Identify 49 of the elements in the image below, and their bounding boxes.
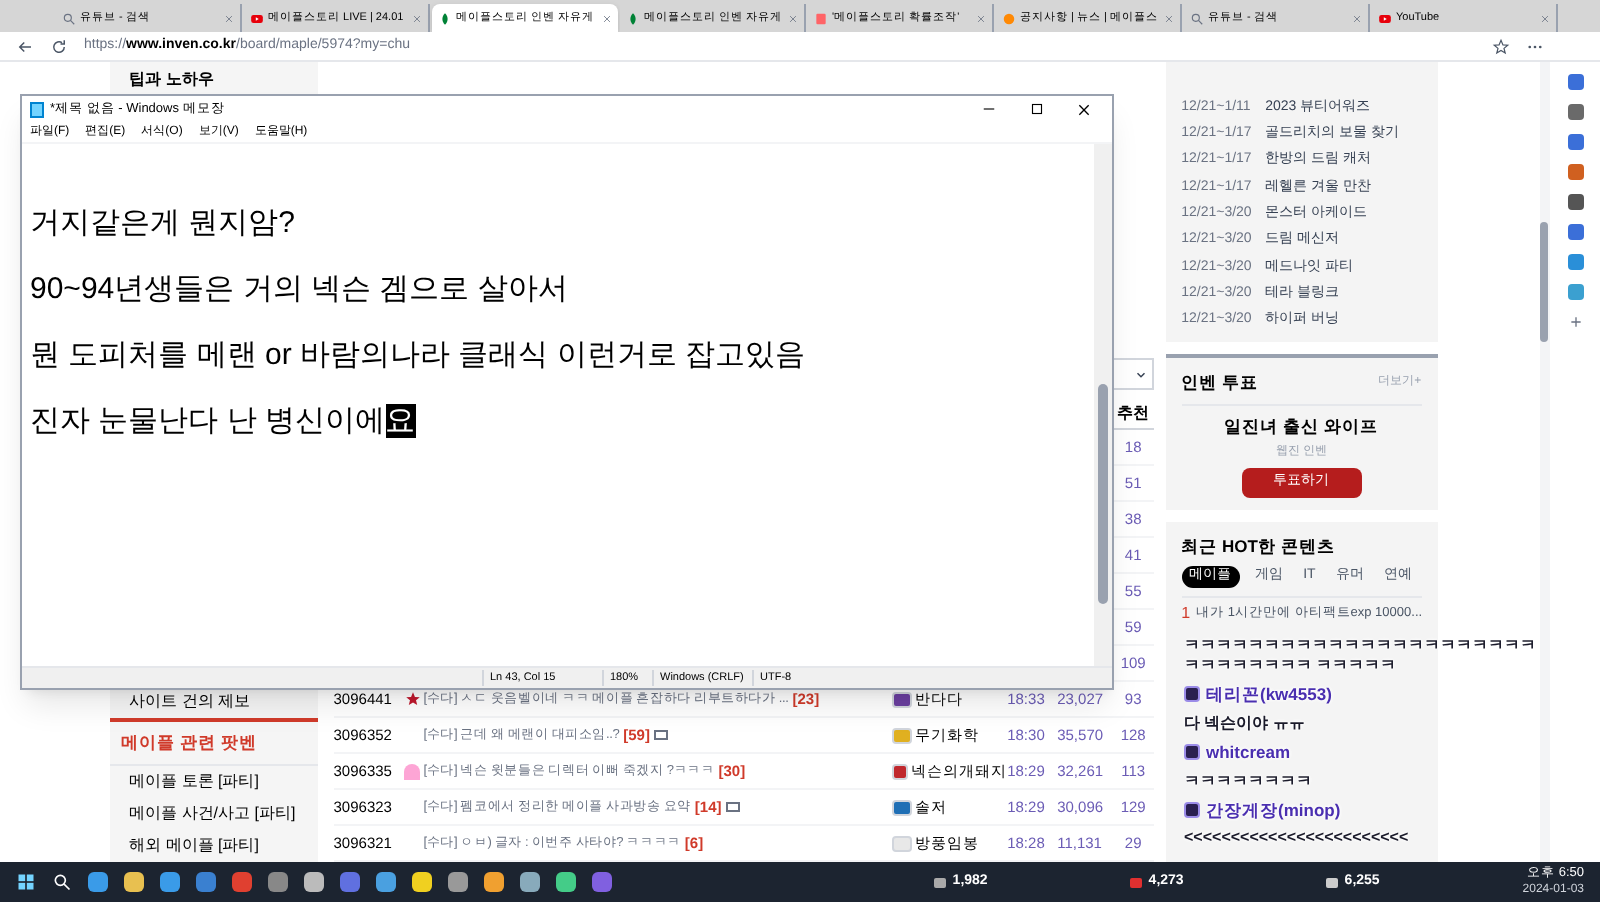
chat-username: 테리꼰(kw4553) <box>1206 682 1332 708</box>
chat-message: ㅋㅋㅋㅋㅋㅋㅋㅋㅋㅋㅋㅋㅋㅋㅋㅋㅋㅋㅋㅋㅋㅋㅋㅋㅋㅋㅋㅋㅋㅋ ㅋㅋㅋㅋㅋ <box>1184 636 1538 676</box>
text-line: 뭔 도피처를 메랜 or 바람의나라 클래식 이런거로 잡고있음 <box>30 336 808 376</box>
sidebar-item[interactable]: 메이플 사건/사고 [파티] <box>109 798 318 830</box>
circle-icon <box>1002 11 1016 25</box>
notepad-icon <box>30 101 44 117</box>
maximize-icon[interactable] <box>1028 100 1046 118</box>
search-icon <box>1190 11 1204 25</box>
leaf-icon <box>626 11 640 25</box>
poll-question: 일진녀 출신 와이프 <box>1224 413 1378 439</box>
scrollbar[interactable] <box>1540 62 1549 862</box>
chat-icon <box>1184 686 1200 703</box>
star-icon[interactable] <box>1492 37 1510 55</box>
sidebar-item[interactable]: 해외 메이플 [파티] <box>109 830 318 862</box>
back-icon[interactable] <box>16 37 34 55</box>
sidebar-section-title: 메이플 관련 팟벤 <box>109 718 318 766</box>
person-icon <box>1326 877 1339 887</box>
search-icon[interactable] <box>52 872 72 892</box>
scrollbar[interactable] <box>1094 144 1112 666</box>
column-header: 추천 <box>1115 401 1152 425</box>
add-icon[interactable] <box>1567 314 1584 330</box>
video-icon <box>1130 877 1143 887</box>
close-icon[interactable] <box>1076 101 1092 117</box>
chat-username: 간장게장(minop) <box>1206 797 1341 823</box>
chevron-icon <box>1133 367 1148 381</box>
sidebar-item[interactable]: 메이플 토론 [파티] <box>109 766 318 798</box>
sidebar-item[interactable]: 사이트 건의 제보 <box>109 686 318 719</box>
windows-logo-icon[interactable] <box>16 872 36 892</box>
text-line: 90~94년생들은 거의 넥슨 겜으로 살아서 <box>30 270 570 310</box>
play-icon <box>1378 11 1392 25</box>
panel-title: 최근 HOT한 콘텐츠 <box>1181 533 1337 559</box>
text-line: 거지같은게 뭔지암? <box>30 204 298 244</box>
leaf-icon <box>438 11 452 25</box>
text-line: 진자 눈물난다 난 병신이에요 <box>30 402 418 442</box>
rank-number: 1 <box>1181 601 1191 626</box>
chat-bubble-icon <box>934 877 947 887</box>
panel-title: 인벤 투표 <box>1181 370 1258 396</box>
chat-message: 다 넥슨이야 ㅠㅠ <box>1184 713 1307 734</box>
chat-username: whitcream <box>1206 739 1291 765</box>
chat-message: ㅋㅋㅋㅋㅋㅋㅋㅋ <box>1184 771 1314 791</box>
chat-message: <<<<<<<<<<<<<<<<<<<<<<<< <box>1184 828 1411 849</box>
star-icon <box>403 690 422 708</box>
sidebar-item[interactable]: 팁과 노하우 <box>129 64 214 96</box>
ghost-icon <box>404 763 421 779</box>
play-icon <box>250 11 264 25</box>
search-icon <box>62 11 76 25</box>
chat-icon <box>1184 744 1200 761</box>
reload-icon[interactable] <box>50 37 68 55</box>
document-icon <box>814 11 828 25</box>
